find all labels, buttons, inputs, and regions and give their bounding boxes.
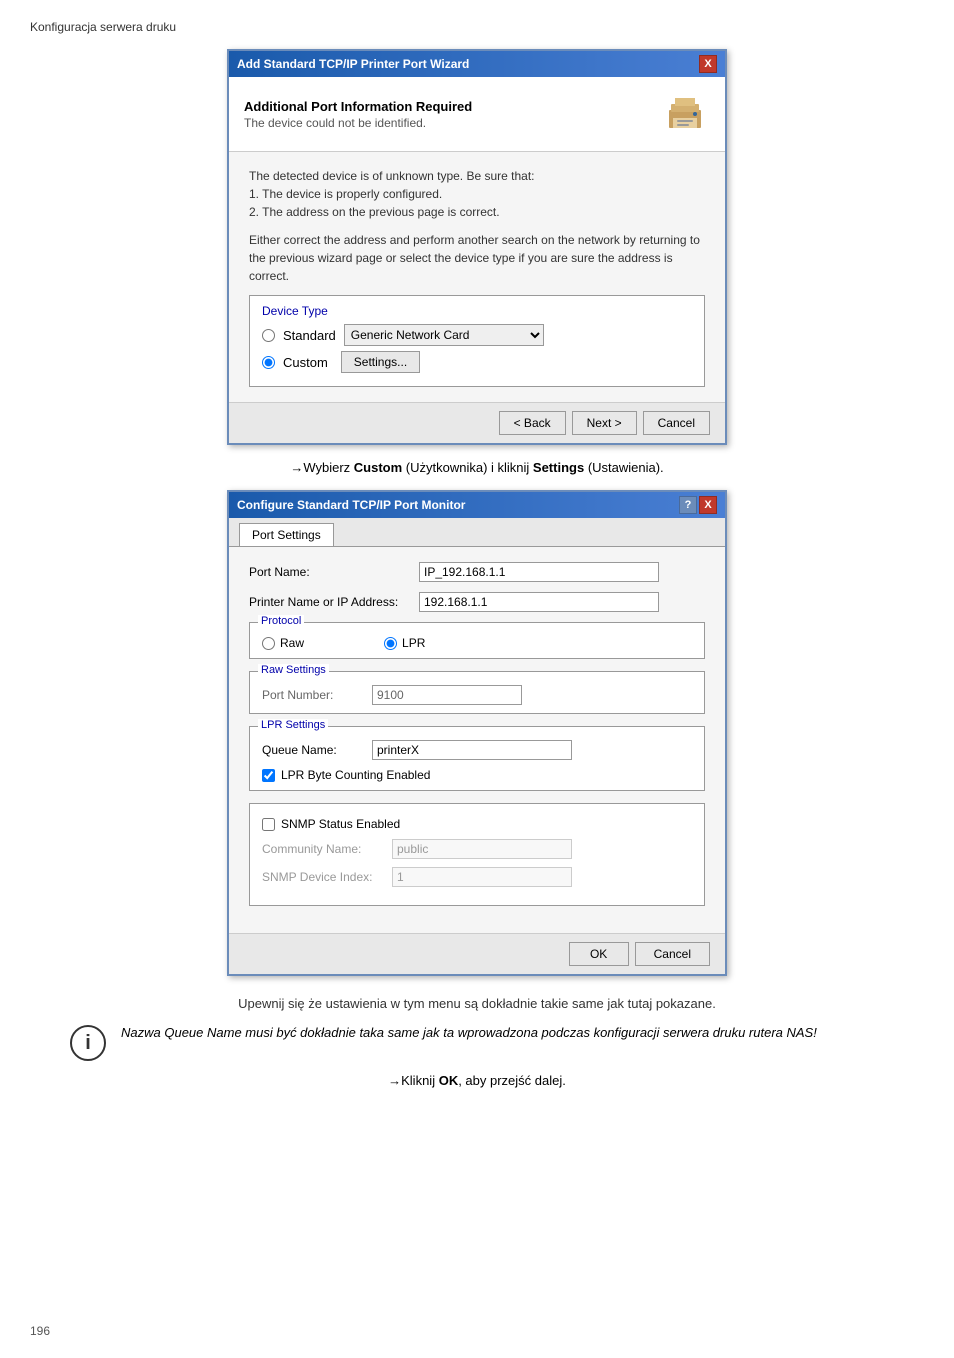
snmp-status-label: SNMP Status Enabled (281, 817, 400, 831)
queue-name-input[interactable] (372, 740, 572, 760)
raw-label: Raw (280, 636, 304, 650)
protocol-label: Protocol (258, 615, 304, 627)
queue-name-label: Queue Name: (262, 743, 372, 757)
port-settings-tab[interactable]: Port Settings (239, 523, 334, 546)
printer-ip-row: Printer Name or IP Address: (249, 592, 705, 612)
snmp-status-checkbox[interactable] (262, 818, 275, 831)
device-type-label: Device Type (262, 304, 692, 318)
info-text: Nazwa Queue Name musi być dokładnie taka… (121, 1023, 817, 1043)
wizard-header: Additional Port Information Required The… (229, 77, 725, 152)
snmp-section: SNMP Status Enabled Community Name: SNMP… (249, 803, 705, 906)
page-number: 196 (30, 1324, 50, 1338)
back-button[interactable]: < Back (499, 411, 566, 435)
wizard-cancel-button[interactable]: Cancel (643, 411, 710, 435)
queue-name-row: Queue Name: (262, 740, 692, 760)
configure-dialog: Configure Standard TCP/IP Port Monitor ?… (227, 490, 727, 976)
wizard-body-text2: Either correct the address and perform a… (249, 231, 705, 285)
standard-radio-row: Standard Generic Network Card (262, 324, 692, 346)
community-name-row: Community Name: (262, 839, 692, 859)
snmp-index-label: SNMP Device Index: (262, 870, 392, 884)
configure-close-button[interactable]: X (699, 496, 717, 514)
settings-button[interactable]: Settings... (341, 351, 420, 373)
wizard-footer: < Back Next > Cancel (229, 402, 725, 443)
standard-label: Standard (283, 328, 336, 343)
page-label: Konfiguracja serwera druku (30, 20, 924, 34)
wizard-body-text1: The detected device is of unknown type. … (249, 167, 705, 221)
configure-footer: OK Cancel (229, 933, 725, 974)
info-box: i Nazwa Queue Name musi być dokładnie ta… (70, 1023, 884, 1061)
wizard-close-button[interactable]: X (699, 55, 717, 73)
lpr-byte-checkbox[interactable] (262, 769, 275, 782)
wizard-dialog: Add Standard TCP/IP Printer Port Wizard … (227, 49, 727, 445)
raw-option: Raw (262, 636, 304, 650)
lpr-byte-label: LPR Byte Counting Enabled (281, 768, 430, 782)
standard-dropdown[interactable]: Generic Network Card (344, 324, 544, 346)
port-name-input[interactable] (419, 562, 659, 582)
raw-radio[interactable] (262, 637, 275, 650)
wizard-header-subtitle: The device could not be identified. (244, 116, 472, 130)
port-number-label: Port Number: (262, 688, 372, 702)
port-number-input[interactable] (372, 685, 522, 705)
custom-label: Custom (283, 355, 328, 370)
ok-button[interactable]: OK (569, 942, 629, 966)
wizard-header-title: Additional Port Information Required (244, 99, 472, 114)
svg-text:i: i (85, 1032, 91, 1054)
lpr-byte-row: LPR Byte Counting Enabled (262, 768, 692, 782)
final-instruction: →Kliknij OK, aby przejść dalej. (30, 1073, 924, 1088)
snmp-index-row: SNMP Device Index: (262, 867, 692, 887)
port-name-label: Port Name: (249, 565, 419, 579)
snmp-status-row: SNMP Status Enabled (262, 817, 692, 831)
snmp-index-input[interactable] (392, 867, 572, 887)
titlebar-icons: ? X (679, 496, 717, 514)
configure-titlebar: Configure Standard TCP/IP Port Monitor ?… (229, 492, 725, 518)
next-button[interactable]: Next > (572, 411, 637, 435)
lpr-settings-label: LPR Settings (258, 719, 328, 731)
raw-settings-label: Raw Settings (258, 664, 329, 676)
printer-ip-label: Printer Name or IP Address: (249, 595, 419, 609)
wizard-titlebar: Add Standard TCP/IP Printer Port Wizard … (229, 51, 725, 77)
wizard-body: The detected device is of unknown type. … (229, 152, 725, 402)
lpr-label: LPR (402, 636, 425, 650)
protocol-section: Protocol Raw LPR (249, 622, 705, 659)
configure-body: Port Name: Printer Name or IP Address: P… (229, 547, 725, 933)
community-name-label: Community Name: (262, 842, 392, 856)
bottom-note: Upewnij się że ustawienia w tym menu są … (30, 996, 924, 1011)
raw-settings-section: Raw Settings Port Number: (249, 671, 705, 714)
port-number-row: Port Number: (262, 680, 692, 705)
printer-wizard-icon (660, 89, 710, 139)
printer-ip-input[interactable] (419, 592, 659, 612)
community-name-input[interactable] (392, 839, 572, 859)
port-name-row: Port Name: (249, 562, 705, 582)
lpr-option: LPR (384, 636, 425, 650)
help-button[interactable]: ? (679, 496, 697, 514)
instruction-text: →Wybierz Custom (Użytkownika) i kliknij … (30, 460, 924, 475)
protocol-row: Raw LPR (262, 631, 692, 650)
custom-radio[interactable] (262, 356, 275, 369)
lpr-radio[interactable] (384, 637, 397, 650)
configure-title: Configure Standard TCP/IP Port Monitor (237, 498, 465, 512)
custom-radio-row: Custom Settings... (262, 351, 692, 373)
configure-cancel-button[interactable]: Cancel (635, 942, 710, 966)
configure-tabs: Port Settings (229, 518, 725, 547)
wizard-title: Add Standard TCP/IP Printer Port Wizard (237, 57, 469, 71)
lpr-settings-section: LPR Settings Queue Name: LPR Byte Counti… (249, 726, 705, 791)
info-icon: i (70, 1025, 106, 1061)
standard-radio[interactable] (262, 329, 275, 342)
device-type-section: Device Type Standard Generic Network Car… (249, 295, 705, 387)
